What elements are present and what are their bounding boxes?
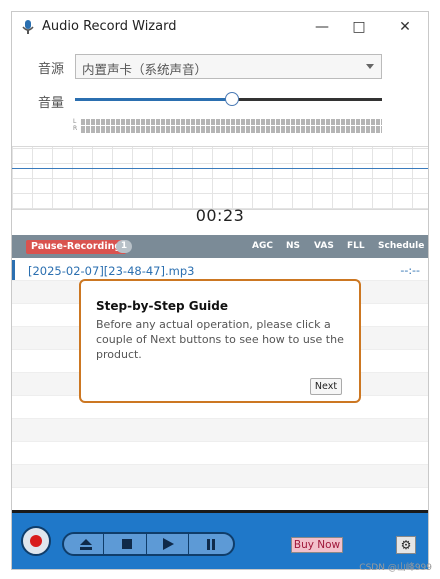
eject-icon[interactable]: [68, 534, 103, 554]
source-label: 音源: [38, 62, 65, 77]
microphone-app-icon: [22, 20, 34, 34]
control-separator: [146, 534, 147, 554]
maximize-icon[interactable]: □: [344, 16, 374, 38]
gear-icon[interactable]: ⚙: [396, 536, 416, 554]
column-schedule[interactable]: Schedule: [378, 241, 424, 251]
source-value: 内置声卡（系统声音）: [82, 62, 208, 77]
meter-right-label: R: [73, 125, 78, 132]
recording-count-badge: 1: [116, 240, 132, 253]
pause-recording-button[interactable]: Pause-Recording: [26, 240, 127, 254]
control-separator: [103, 534, 104, 554]
recording-schedule: --:--: [400, 264, 420, 277]
volume-slider-thumb[interactable]: [224, 92, 239, 106]
column-fll[interactable]: FLL: [347, 241, 365, 251]
step-guide-popup: Step-by-Step Guide Before any actual ope…: [79, 279, 361, 403]
watermark: CSDN @山峰999: [359, 563, 432, 573]
recording-file-name[interactable]: [2025-02-07][23-48-47].mp3: [28, 264, 194, 278]
meter-left-label: L: [73, 118, 77, 125]
record-icon[interactable]: [21, 526, 51, 556]
close-icon[interactable]: ✕: [390, 16, 420, 38]
column-ns[interactable]: NS: [286, 241, 300, 251]
volume-fill: [75, 98, 232, 101]
window-title: Audio Record Wizard: [42, 19, 177, 34]
control-separator: [188, 534, 189, 554]
waveform-line: [12, 168, 428, 169]
guide-next-button[interactable]: Next: [310, 378, 342, 395]
level-meter: [81, 119, 382, 133]
minimize-icon[interactable]: —: [307, 16, 337, 38]
selected-row-marker: [12, 260, 15, 280]
column-vas[interactable]: VAS: [314, 241, 334, 251]
app-window: Audio Record Wizard — □ ✕ 音源 内置声卡（系统声音） …: [11, 11, 429, 570]
guide-text: Before any actual operation, please clic…: [96, 318, 344, 361]
stop-icon[interactable]: [109, 534, 144, 554]
pause-icon[interactable]: [193, 534, 228, 554]
guide-title: Step-by-Step Guide: [96, 299, 228, 313]
chevron-down-icon: [366, 64, 374, 69]
play-icon[interactable]: [151, 534, 186, 554]
source-select[interactable]: 内置声卡（系统声音）: [75, 54, 382, 79]
buy-now-button[interactable]: Buy Now: [291, 537, 343, 553]
waveform-display: [12, 146, 428, 210]
level-meter-channel-labels: L R: [73, 118, 77, 132]
volume-label: 音量: [38, 96, 65, 111]
column-agc[interactable]: AGC: [252, 241, 273, 251]
recording-timer: 00:23: [195, 206, 245, 225]
title-bar: Audio Record Wizard — □ ✕: [12, 12, 428, 42]
